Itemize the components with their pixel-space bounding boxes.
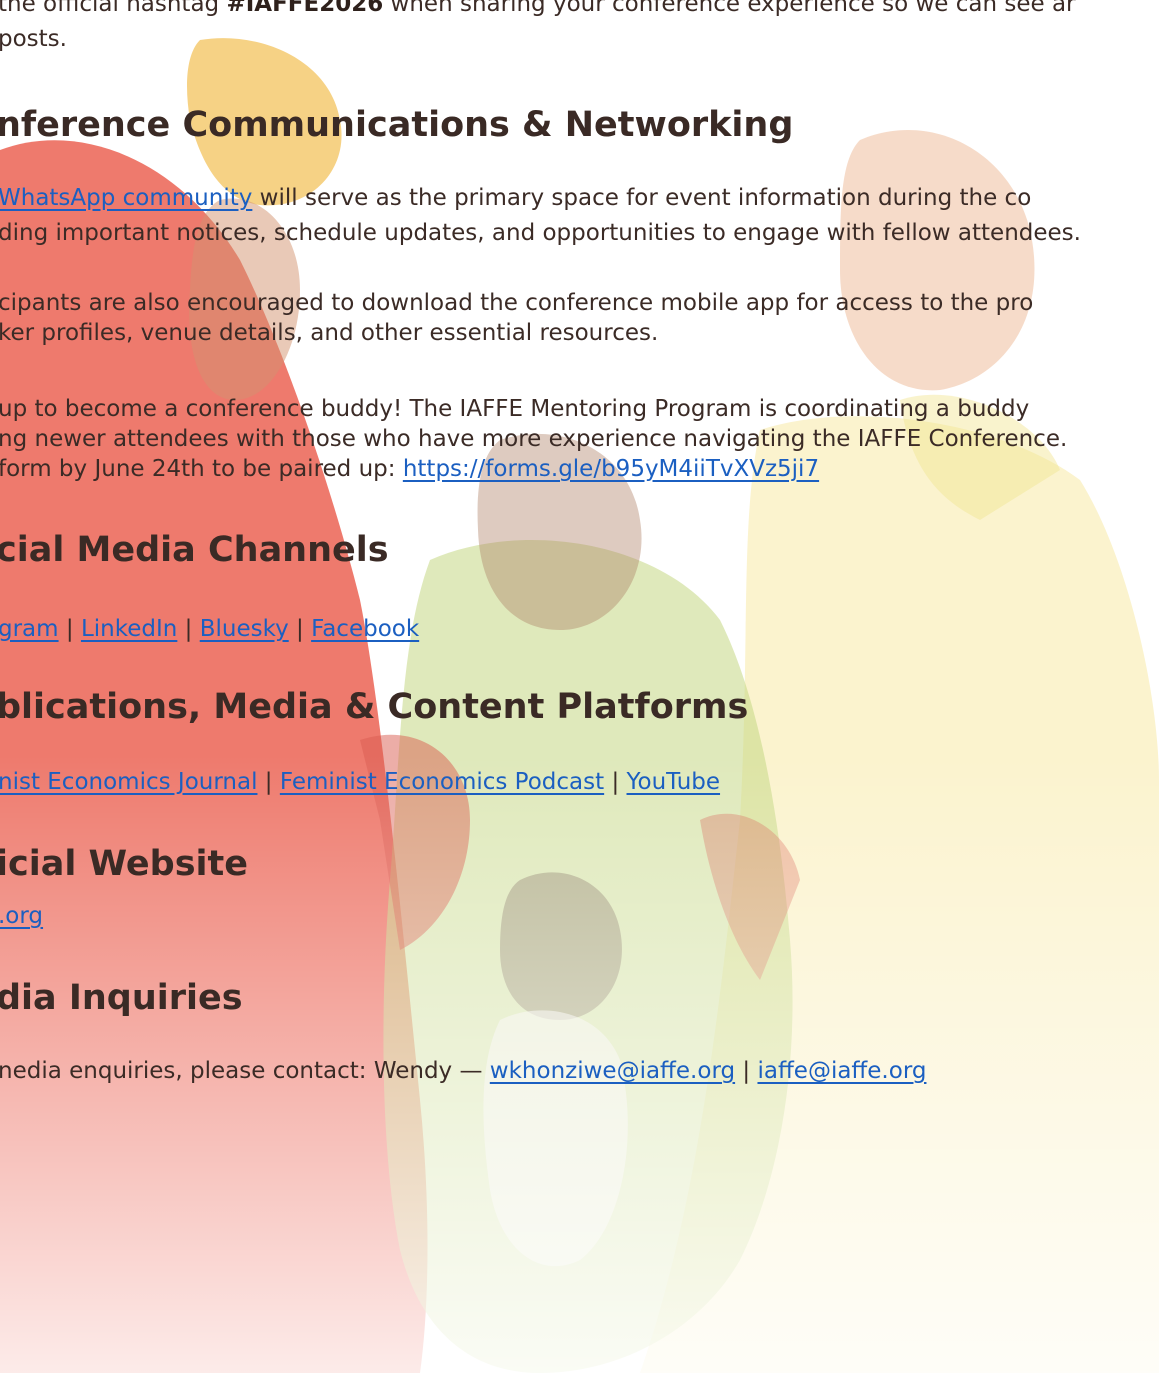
wendy-email-link[interactable]: wkhonziwe@iaffe.org	[490, 1058, 735, 1084]
iaffe-email-link[interactable]: iaffe@iaffe.org	[757, 1058, 926, 1084]
separator: |	[296, 616, 304, 642]
page-content: the official hashtag #IAFFE2026 when sha…	[0, 0, 1159, 1373]
social-links-row: gram | LinkedIn | Bluesky | Facebook	[0, 612, 419, 647]
communications-heading: nference Communications & Networking	[0, 105, 794, 145]
youtube-link[interactable]: YouTube	[627, 769, 721, 795]
whatsapp-paragraph-text: will serve as the primary space for even…	[252, 185, 1032, 211]
buddy-form-link[interactable]: https://forms.gle/b95yM4iiTvXVz5ji7	[403, 456, 819, 482]
media-contact-row: nedia enquiries, please contact: Wendy —…	[0, 1054, 926, 1089]
podcast-link[interactable]: Feminist Economics Podcast	[280, 769, 604, 795]
publications-heading: blications, Media & Content Platforms	[0, 687, 749, 727]
hashtag: #IAFFE2026	[226, 0, 384, 17]
social-media-heading: cial Media Channels	[0, 530, 389, 570]
hashtag-intro-after: when sharing your conference experience …	[383, 0, 1076, 17]
facebook-link[interactable]: Facebook	[311, 616, 419, 642]
whatsapp-community-link[interactable]: WhatsApp community	[0, 185, 252, 211]
whatsapp-paragraph-line2: ding important notices, schedule updates…	[0, 220, 1081, 246]
publications-links-row: nist Economics Journal | Feminist Econom…	[0, 765, 720, 800]
website-link[interactable]: .org	[0, 903, 43, 929]
separator: |	[264, 769, 273, 795]
separator: |	[742, 1058, 751, 1084]
media-inquiries-heading: dia Inquiries	[0, 978, 243, 1018]
separator: |	[611, 769, 620, 795]
separator: |	[184, 616, 193, 642]
website-row: .org	[0, 899, 43, 934]
hashtag-paragraph-line1: the official hashtag #IAFFE2026 when sha…	[0, 0, 1076, 22]
app-paragraph-line2: ker profiles, venue details, and other e…	[0, 320, 659, 346]
linkedin-link[interactable]: LinkedIn	[81, 616, 177, 642]
media-contact-text: nedia enquiries, please contact: Wendy —	[0, 1058, 490, 1084]
separator: |	[65, 616, 74, 642]
official-website-heading: icial Website	[0, 844, 248, 884]
buddy-paragraph-line3: form by June 24th to be paired up: https…	[0, 452, 819, 487]
hashtag-intro-before: the official hashtag	[0, 0, 227, 17]
journal-link[interactable]: nist Economics Journal	[0, 769, 257, 795]
instagram-link[interactable]: gram	[0, 616, 59, 642]
whatsapp-paragraph-line1: WhatsApp community will serve as the pri…	[0, 181, 1031, 216]
bluesky-link[interactable]: Bluesky	[200, 616, 289, 642]
hashtag-paragraph-line2: posts.	[0, 26, 67, 52]
buddy-form-text: form by June 24th to be paired up:	[0, 456, 403, 482]
